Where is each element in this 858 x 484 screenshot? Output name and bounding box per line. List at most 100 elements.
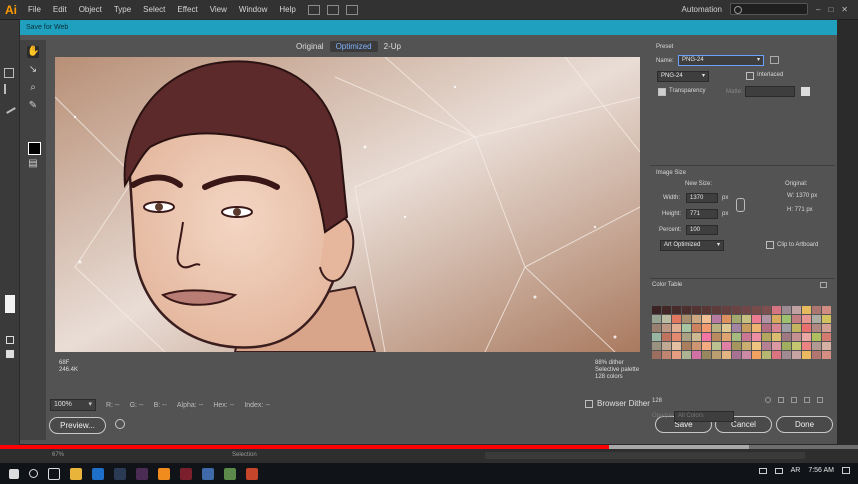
menu-edit[interactable]: Edit [47,5,73,14]
optimize-menu-icon[interactable] [770,56,779,64]
search-input[interactable] [730,3,808,15]
new-size-label: New Size: [685,181,713,187]
premiere-icon[interactable] [136,467,148,480]
dialog-title: Save for Web [20,20,837,35]
menu-select[interactable]: Select [137,5,171,14]
colors-info: 128 colors [595,374,623,380]
format-select[interactable]: PNG-24 ▾ [657,71,709,82]
constrain-proportions-link-icon[interactable] [736,198,745,212]
preview-file-info: 68F 246.4K [59,360,78,374]
clock[interactable]: 7:56 AM [808,467,834,474]
edge-icon[interactable] [92,467,104,480]
minimize-icon[interactable]: – [816,5,820,14]
horizontal-scrollbar[interactable] [485,452,805,459]
menu-object[interactable]: Object [73,5,108,14]
matte-label: Matte: [726,89,743,95]
hex-readout: Hex: -- [213,401,235,409]
notifications-icon[interactable] [842,467,850,474]
screen-mode-icon[interactable] [6,350,14,358]
menu-type[interactable]: Type [108,5,137,14]
web-shift-icon[interactable] [778,397,784,403]
file-size-info: 246.4K [59,367,79,373]
blue-readout: B: -- [153,401,167,409]
eyedropper-color-swatch[interactable] [28,142,41,155]
selection-tool-icon[interactable] [4,68,14,78]
interlaced-checkbox[interactable] [746,72,754,80]
resample-select[interactable]: Art Optimized ▾ [660,240,724,251]
gpu-performance-icon[interactable] [345,4,358,15]
menu-file[interactable]: File [22,5,47,14]
width-label: Width: [663,195,681,201]
app-icon[interactable] [202,467,214,480]
eyedropper-tool-icon[interactable]: ✎ [27,100,39,112]
toggle-slices-icon[interactable]: ▤ [27,158,39,170]
task-view-icon[interactable] [48,467,60,480]
interlaced-label: Interlaced [757,72,784,78]
close-icon[interactable]: ✕ [841,5,848,14]
zoom-level-select[interactable]: 100% [50,399,96,411]
browser-dither-checkbox[interactable] [585,399,593,408]
optimized-preview[interactable] [55,57,640,352]
workspace-switcher[interactable]: Automation [682,5,722,14]
tab-original[interactable]: Original [290,41,330,52]
tab-2-up[interactable]: 2-Up [378,41,407,52]
transparency-checkbox[interactable] [658,88,666,96]
language-indicator[interactable]: AR [791,467,801,474]
width-input[interactable]: 1370 [686,193,718,203]
arrange-documents-icon[interactable] [326,4,339,15]
recorder-icon[interactable] [246,467,258,480]
done-button[interactable]: Done [776,416,833,433]
name-label: Name: [656,58,674,64]
search-icon[interactable] [29,469,38,478]
original-width: W: 1370 px [787,193,818,199]
height-input[interactable]: 771 [686,209,718,219]
save-for-web-dialog: Save for Web ✋ ↘ ⌕ ✎ ▤ Original Optimize… [19,19,838,445]
color-table-menu-icon[interactable] [820,282,827,288]
preview-button[interactable]: Preview... [49,417,106,434]
tab-optimized[interactable]: Optimized [329,41,378,52]
photoshop-icon[interactable] [114,467,126,480]
preset-name-select[interactable]: PNG-24 ▾ [678,55,764,66]
volume-icon[interactable] [774,467,783,474]
photos-icon[interactable] [224,467,236,480]
transparency-label: Transparency [669,88,706,94]
file-explorer-icon[interactable] [70,467,82,480]
browser-dither-option[interactable]: Browser Dither [585,399,650,408]
hand-tool-icon[interactable]: ✋ [27,46,39,58]
zoom-tool-icon[interactable]: ⌕ [27,82,39,94]
draw-mode-icon[interactable] [6,336,14,344]
bridge-icon[interactable] [307,4,320,15]
pen-tool-icon[interactable] [2,100,16,114]
matte-color-swatch[interactable] [801,87,810,96]
media-icon[interactable] [180,467,192,480]
status-zoom[interactable]: 67% [52,452,64,458]
file-format-info: 68F [59,360,70,366]
status-selection: Selection [232,452,257,458]
matte-select[interactable] [745,86,795,97]
color-table-label: Color Table [652,282,683,288]
trash-icon[interactable] [817,397,823,403]
illustrator-taskbar-icon[interactable] [158,467,170,480]
opacity-select[interactable]: All Colors [674,411,734,422]
view-tabs: Original Optimized 2-Up [290,41,407,52]
slice-select-tool-icon[interactable]: ↘ [27,64,39,76]
menu-window[interactable]: Window [233,5,273,14]
maximize-icon[interactable]: □ [828,5,833,14]
lock-color-icon[interactable] [791,397,797,403]
app-bar-right: Automation – □ ✕ [682,3,848,15]
palette-info: Selective palette [595,367,640,373]
direct-selection-tool-icon[interactable] [4,84,14,94]
menu-effect[interactable]: Effect [171,5,203,14]
browser-globe-icon[interactable] [115,419,125,429]
fill-swatch[interactable] [5,295,15,313]
map-color-icon[interactable] [765,397,771,403]
windows-start-icon[interactable] [9,468,19,479]
clip-to-artboard-checkbox[interactable] [766,241,774,249]
green-readout: G: -- [129,401,144,409]
network-icon[interactable] [758,467,767,474]
menu-help[interactable]: Help [273,5,301,14]
menu-view[interactable]: View [204,5,233,14]
new-color-icon[interactable] [804,397,810,403]
app-menu-bar: Ai File Edit Object Type Select Effect V… [0,0,858,20]
percent-input[interactable]: 100 [686,225,718,235]
